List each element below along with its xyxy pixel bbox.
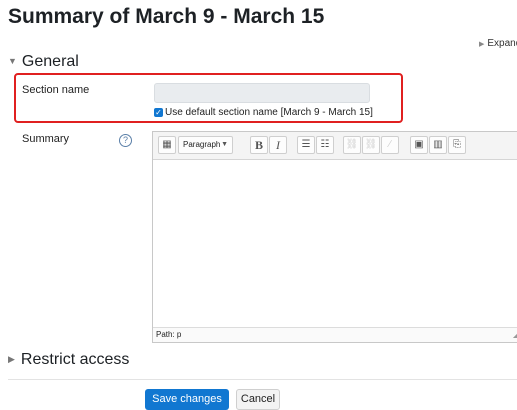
editor-path: Path: p bbox=[156, 330, 182, 339]
image-icon: ▣ bbox=[414, 139, 424, 150]
unlink-button[interactable]: ⛓ bbox=[362, 136, 380, 154]
link-icon: ⛓ bbox=[345, 139, 359, 150]
general-section-title: General bbox=[21, 53, 79, 70]
chevron-down-icon: ▼ bbox=[8, 56, 17, 66]
image-button[interactable]: ▣ bbox=[410, 136, 428, 154]
media-button[interactable]: ▥ bbox=[429, 136, 447, 154]
toggle-toolbar-icon: ▦ bbox=[162, 139, 172, 150]
media-icon: ▥ bbox=[433, 139, 443, 150]
section-name-label: Section name bbox=[22, 84, 90, 96]
divider bbox=[8, 379, 517, 380]
format-select[interactable]: Paragraph ▼ bbox=[178, 136, 233, 154]
bold-button[interactable]: B bbox=[250, 136, 268, 154]
expand-all-link[interactable]: ▶Expand a bbox=[479, 38, 517, 49]
editor-toolbar: ▦ Paragraph ▼ B I ☰ ☷ ⛓ ⛓ ∕ ▣ ▥ ⎘ bbox=[153, 132, 517, 160]
expand-all-label: Expand a bbox=[487, 38, 517, 49]
italic-button[interactable]: I bbox=[269, 136, 287, 154]
summary-label: Summary bbox=[22, 133, 70, 145]
resize-handle-icon[interactable]: ◢ bbox=[513, 328, 517, 341]
unlink-icon: ⛓ bbox=[364, 139, 378, 150]
paste-button[interactable]: ⎘ bbox=[448, 136, 466, 154]
caret-down-icon: ▼ bbox=[221, 141, 228, 148]
general-section-toggle[interactable]: ▼ General bbox=[8, 53, 79, 71]
bold-icon: B bbox=[254, 138, 263, 152]
paste-icon: ⎘ bbox=[453, 139, 461, 150]
link-button[interactable]: ⛓ bbox=[343, 136, 361, 154]
use-default-name-row[interactable]: ✓ Use default section name [March 9 - Ma… bbox=[154, 107, 373, 118]
caret-right-icon: ▶ bbox=[479, 41, 485, 48]
summary-editor: ▦ Paragraph ▼ B I ☰ ☷ ⛓ ⛓ ∕ ▣ ▥ ⎘ Path: p… bbox=[152, 131, 517, 343]
italic-icon: I bbox=[276, 138, 280, 152]
page-title: Summary of March 9 - March 15 bbox=[8, 5, 325, 28]
format-select-label: Paragraph bbox=[183, 140, 221, 149]
bullet-list-icon: ☰ bbox=[301, 139, 311, 150]
use-default-name-label: Use default section name [March 9 - Marc… bbox=[165, 107, 373, 118]
bullet-list-button[interactable]: ☰ bbox=[297, 136, 315, 154]
disabled-icon: ∕ bbox=[389, 139, 391, 150]
section-name-input[interactable] bbox=[154, 83, 370, 103]
numbered-list-icon: ☷ bbox=[320, 139, 330, 150]
chevron-right-icon: ▶ bbox=[8, 354, 15, 364]
toggle-toolbar-button[interactable]: ▦ bbox=[158, 136, 176, 154]
use-default-name-checkbox[interactable]: ✓ bbox=[154, 108, 163, 117]
help-icon[interactable]: ? bbox=[119, 134, 132, 147]
numbered-list-button[interactable]: ☷ bbox=[316, 136, 334, 154]
restrict-access-toggle[interactable]: ▶ Restrict access bbox=[8, 351, 129, 369]
disabled-button[interactable]: ∕ bbox=[381, 136, 399, 154]
editor-status-bar: Path: p ◢ bbox=[153, 327, 517, 342]
editor-content-area[interactable] bbox=[153, 160, 517, 327]
restrict-access-title: Restrict access bbox=[20, 351, 130, 368]
